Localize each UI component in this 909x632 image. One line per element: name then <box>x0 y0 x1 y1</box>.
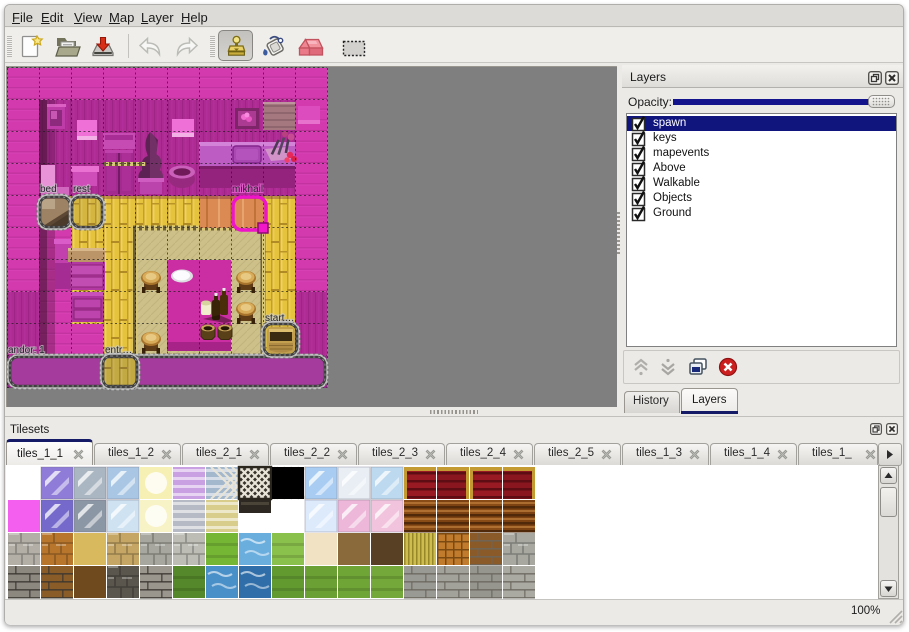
svg-text:mikhail: mikhail <box>232 184 263 195</box>
svg-text:start…: start… <box>265 313 294 324</box>
svg-text:rest: rest <box>73 184 90 195</box>
svg-text:bed: bed <box>40 184 57 195</box>
svg-text:andor: 1: andor: 1 <box>8 345 45 356</box>
svg-text:entr…: entr… <box>105 345 132 356</box>
